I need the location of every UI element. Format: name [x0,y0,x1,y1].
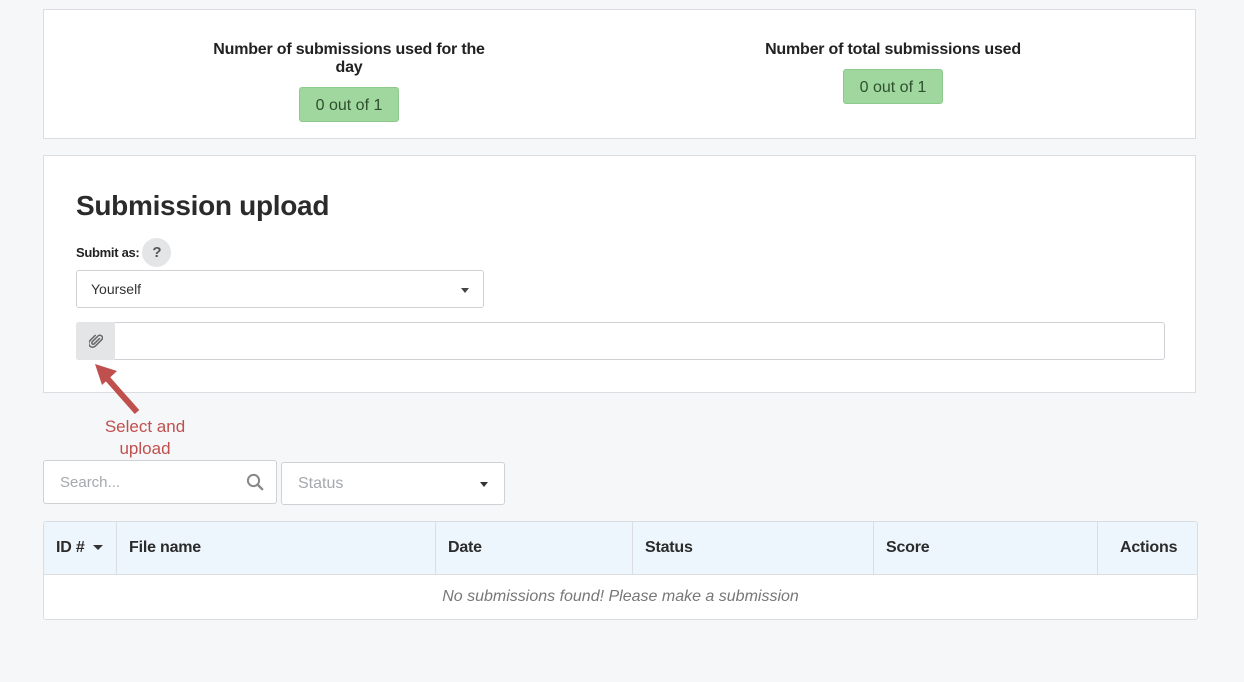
status-filter-placeholder: Status [298,475,344,492]
file-upload-field[interactable] [76,322,1165,360]
column-header-label: Status [645,539,693,556]
submit-as-label: Submit as: [76,245,140,260]
search-input[interactable] [44,461,234,503]
submit-as-value: Yourself [91,281,142,297]
column-header-date: Date [436,522,633,574]
column-header-actions: Actions [1098,522,1197,574]
sort-desc-icon[interactable] [92,545,103,551]
submit-as-select[interactable]: Yourself [76,270,484,308]
total-quota: Number of total submissions used 0 out o… [750,41,1036,104]
empty-table-message: No submissions found! Please make a subm… [442,588,799,605]
search-icon[interactable] [246,473,264,491]
annotation-arrow-icon [95,364,140,414]
daily-quota-label: Number of submissions used for the day [213,41,485,76]
total-quota-label: Number of total submissions used [765,41,1021,58]
submission-quota-card: Number of submissions used for the day 0… [43,9,1196,139]
submission-upload-card: Submission upload Submit as: ? Yourself [43,155,1196,393]
file-name-display[interactable] [115,323,1164,359]
upload-title: Submission upload [76,190,330,221]
column-header-label: Actions [1120,539,1178,556]
column-header-status: Status [633,522,874,574]
chevron-down-icon [461,288,469,293]
submissions-table: ID # File name Date Status Score Actions… [43,521,1198,620]
annotation-label: Select and upload [104,417,186,458]
column-header-id[interactable]: ID # [44,522,117,574]
column-header-label: Date [448,539,482,556]
column-header-label: Score [886,539,930,556]
table-header: ID # File name Date Status Score Actions [44,522,1197,575]
chevron-down-icon [480,482,488,487]
daily-quota: Number of submissions used for the day 0… [204,41,494,122]
status-filter-select[interactable]: Status [281,462,505,505]
paperclip-icon[interactable] [76,322,115,360]
column-header-file-name: File name [117,522,436,574]
search-box[interactable] [43,460,277,504]
column-header-label: ID # [56,539,85,556]
daily-quota-badge: 0 out of 1 [299,87,399,122]
column-header-score: Score [874,522,1098,574]
submit-as-row: Submit as: ? [76,238,172,267]
help-icon[interactable]: ? [142,238,172,267]
column-header-label: File name [129,539,202,556]
total-quota-badge: 0 out of 1 [843,69,943,104]
